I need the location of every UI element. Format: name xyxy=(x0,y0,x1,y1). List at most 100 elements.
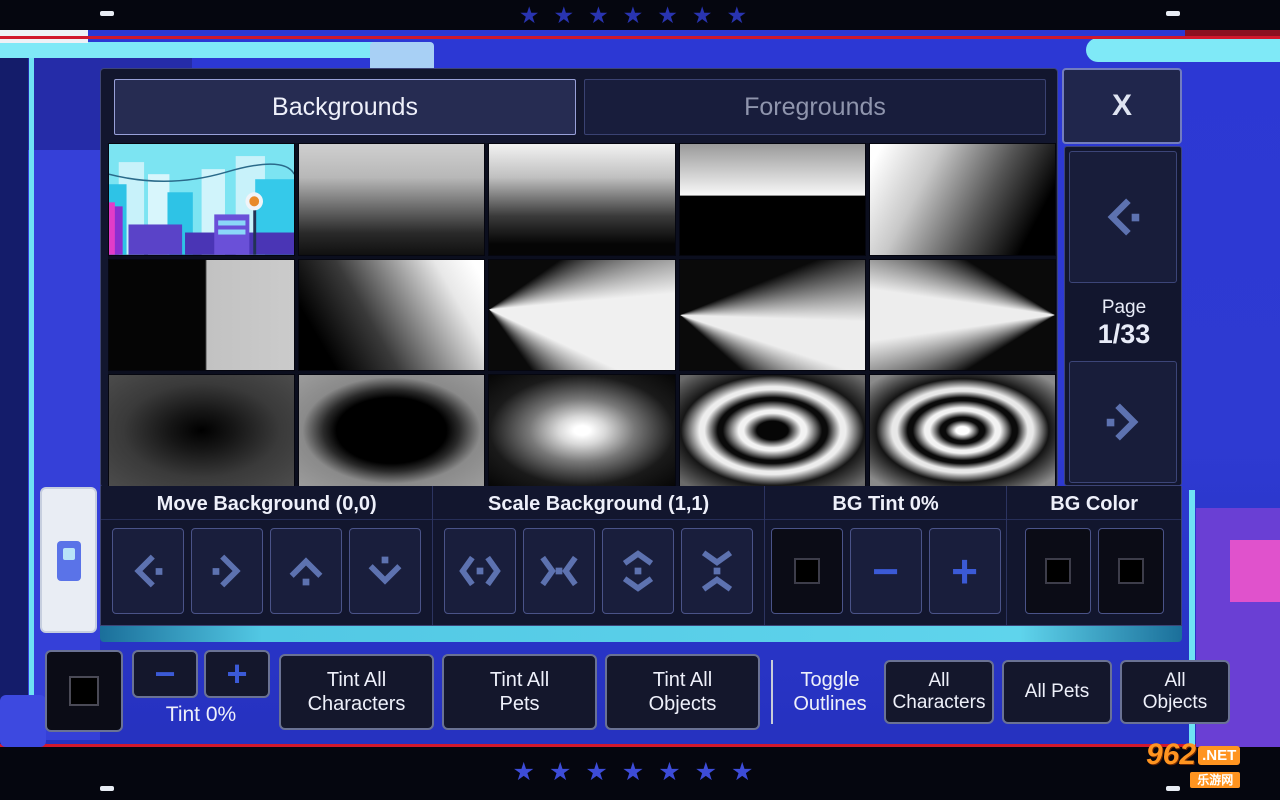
expand-vertical-icon xyxy=(615,548,661,594)
global-tint-decrease-button[interactable]: − xyxy=(132,650,198,698)
thumbnail-radial-vignette[interactable] xyxy=(108,374,295,487)
bg-tint-decrease-button[interactable]: − xyxy=(850,528,922,614)
page-indicator-value: 1/33 xyxy=(1098,319,1151,350)
background-sign-card xyxy=(40,487,97,633)
arrow-down-icon xyxy=(362,548,408,594)
tab-backgrounds[interactable]: Backgrounds xyxy=(114,79,576,135)
move-down-button[interactable] xyxy=(349,528,421,614)
scale-narrower-button[interactable] xyxy=(523,528,595,614)
thumbnail-radial-glow[interactable] xyxy=(488,374,675,487)
watermark-net: .NET xyxy=(1198,746,1240,765)
global-tint-toolbar: − + Tint 0% Tint All Characters Tint All… xyxy=(45,650,1237,734)
button-line: Tint All xyxy=(653,668,712,692)
scale-shorter-button[interactable] xyxy=(681,528,753,614)
bg-tint-label: BG Tint 0% xyxy=(765,490,1007,520)
tab-bar: Backgrounds Foregrounds xyxy=(114,79,1046,135)
button-line: All xyxy=(928,670,949,692)
button-line: Tint All xyxy=(490,668,549,692)
background-thumbnail-grid xyxy=(108,143,1056,487)
minus-icon: − xyxy=(154,656,175,692)
scale-wider-button[interactable] xyxy=(444,528,516,614)
toggle-outlines-label: Toggle Outlines xyxy=(784,650,876,734)
thumbnail-vertical-gradient-sharp[interactable] xyxy=(488,143,675,256)
backdrop-cyan-band-right xyxy=(1086,38,1280,62)
bg-color-swatch-1[interactable] xyxy=(1025,528,1091,614)
plus-icon: + xyxy=(951,548,978,594)
page-indicator: Page 1/33 xyxy=(1065,287,1183,359)
modal-bottom-accent xyxy=(100,626,1182,642)
thumbnail-wedge-from-left-wide[interactable] xyxy=(488,259,675,372)
button-line: Tint All xyxy=(327,668,386,692)
outline-all-characters-button[interactable]: All Characters xyxy=(884,660,994,724)
global-tint-color-swatch[interactable] xyxy=(45,650,123,732)
bottom-dash-left xyxy=(100,786,114,791)
arrow-right-icon xyxy=(204,548,250,594)
close-button-label: X xyxy=(1112,89,1132,123)
tint-all-characters-button[interactable]: Tint All Characters xyxy=(279,654,434,730)
bg-color-swatch-2[interactable] xyxy=(1098,528,1164,614)
backgrounds-panel: Backgrounds Foregrounds xyxy=(100,68,1058,488)
backdrop-cyan-line-left xyxy=(29,55,34,747)
minus-icon: − xyxy=(872,548,899,594)
tab-foregrounds[interactable]: Foregrounds xyxy=(584,79,1046,135)
next-page-button[interactable] xyxy=(1069,361,1177,483)
button-line: All Pets xyxy=(1025,681,1089,703)
game-screen: ★★★★★★★ ★★★★★★★ 962 .NET 乐游网 Backgrounds… xyxy=(0,0,1280,800)
contract-vertical-icon xyxy=(694,548,740,594)
previous-page-button[interactable] xyxy=(1069,151,1177,283)
bg-tint-color-swatch[interactable] xyxy=(771,528,843,614)
tab-backgrounds-label: Backgrounds xyxy=(272,93,418,122)
thumbnail-vertical-split-left-black[interactable] xyxy=(108,259,295,372)
page-rail: Page 1/33 xyxy=(1064,146,1182,486)
backdrop-red-line-top xyxy=(0,36,1280,39)
top-dash-right xyxy=(1166,11,1180,16)
tab-foregrounds-label: Foregrounds xyxy=(744,93,886,122)
close-button[interactable]: X xyxy=(1062,68,1182,144)
global-tint-controls: − + Tint 0% xyxy=(131,650,271,734)
backdrop-cyan-band-left xyxy=(0,42,432,58)
thumbnail-wedge-from-left-narrow[interactable] xyxy=(679,259,866,372)
move-up-button[interactable] xyxy=(270,528,342,614)
outline-all-objects-button[interactable]: All Objects xyxy=(1120,660,1230,724)
bg-color-group: BG Color xyxy=(1007,486,1181,625)
thumbnail-concentric-rings[interactable] xyxy=(679,374,866,487)
tint-all-objects-button[interactable]: Tint All Objects xyxy=(605,654,760,730)
bg-tint-increase-button[interactable]: + xyxy=(929,528,1001,614)
bottom-stars-decor: ★★★★★★★ xyxy=(513,757,768,787)
thumbnail-diagonal-gradient-bright[interactable] xyxy=(298,259,485,372)
button-line: Characters xyxy=(308,692,406,716)
plus-icon: + xyxy=(226,656,247,692)
thumbnail-concentric-rings-tight[interactable] xyxy=(869,374,1056,487)
thumbnail-wedge-from-right[interactable] xyxy=(869,259,1056,372)
outline-all-pets-button[interactable]: All Pets xyxy=(1002,660,1112,724)
label-line: Toggle xyxy=(801,668,860,692)
button-line: Objects xyxy=(1143,692,1207,714)
global-tint-increase-button[interactable]: + xyxy=(204,650,270,698)
page-indicator-label: Page xyxy=(1102,297,1146,319)
arrow-up-icon xyxy=(283,548,329,594)
label-line: Outlines xyxy=(793,692,866,716)
contract-horizontal-icon xyxy=(536,548,582,594)
bg-tint-color-preview xyxy=(794,558,820,584)
top-dash-left xyxy=(100,11,114,16)
global-tint-color-preview xyxy=(69,676,99,706)
button-line: Characters xyxy=(893,692,986,714)
arrow-left-icon xyxy=(125,548,171,594)
watermark-962net: 962 .NET 乐游网 xyxy=(1146,740,1240,788)
thumbnail-vertical-gradient-soft[interactable] xyxy=(298,143,485,256)
thumbnail-black-circle[interactable] xyxy=(298,374,485,487)
thumbnail-split-top-light[interactable] xyxy=(679,143,866,256)
bg-color-preview-1 xyxy=(1045,558,1071,584)
expand-horizontal-icon xyxy=(457,548,503,594)
move-right-button[interactable] xyxy=(191,528,263,614)
move-background-group: Move Background (0,0) xyxy=(101,486,433,625)
bg-color-label: BG Color xyxy=(1007,490,1181,520)
scale-taller-button[interactable] xyxy=(602,528,674,614)
thumbnail-city-scene[interactable] xyxy=(108,143,295,256)
tint-all-pets-button[interactable]: Tint All Pets xyxy=(442,654,597,730)
move-left-button[interactable] xyxy=(112,528,184,614)
background-controls: Move Background (0,0) xyxy=(100,486,1182,626)
watermark-site-name: 乐游网 xyxy=(1190,772,1240,788)
thumbnail-diagonal-gradient[interactable] xyxy=(869,143,1056,256)
button-line: All xyxy=(1164,670,1185,692)
